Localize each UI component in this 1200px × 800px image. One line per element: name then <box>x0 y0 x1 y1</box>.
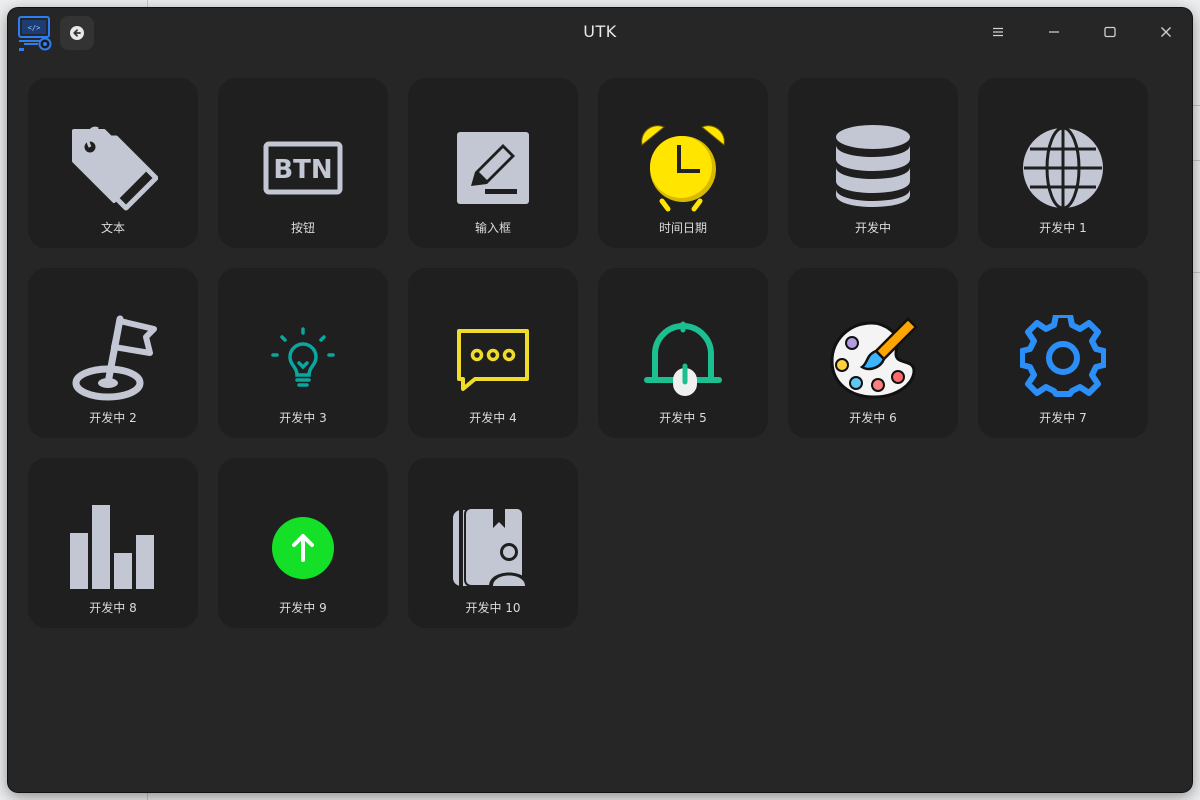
bell-icon <box>633 308 733 408</box>
tile-label: 文本 <box>100 221 125 235</box>
component-grid: 文本 BTN 按钮 输入框 时间日期 开发中 开发中 1 开发中 2 开发中 3… <box>28 78 1148 628</box>
tile-dev-1[interactable]: 开发中 1 <box>978 78 1148 248</box>
bar-chart-icon <box>63 498 163 598</box>
close-button[interactable] <box>1150 18 1182 46</box>
tile-text[interactable]: 文本 <box>28 78 198 248</box>
title-bar[interactable]: </> UTK <box>8 8 1192 56</box>
tile-label: 开发中 7 <box>1039 411 1087 425</box>
globe-icon <box>1013 118 1113 218</box>
maximize-button[interactable] <box>1094 18 1126 46</box>
tile-label: 开发中 4 <box>469 411 517 425</box>
btn-icon: BTN <box>253 118 353 218</box>
window-title: UTK <box>583 22 617 41</box>
btn-icon-text: BTN <box>273 155 332 185</box>
app-window: </> UTK 文本 BTN 按钮 输入框 时间日期 开发中 开发中 1 开发中… <box>8 8 1192 792</box>
tile-dev-5[interactable]: 开发中 5 <box>598 268 768 438</box>
gear-icon <box>1013 308 1113 408</box>
tile-input[interactable]: 输入框 <box>408 78 578 248</box>
tile-dev-9[interactable]: 开发中 9 <box>218 458 388 628</box>
database-icon <box>823 118 923 218</box>
tile-dev-6[interactable]: 开发中 6 <box>788 268 958 438</box>
tile-dev-10[interactable]: 开发中 10 <box>408 458 578 628</box>
upload-icon <box>253 498 353 598</box>
alarm-clock-icon <box>633 118 733 218</box>
tile-label: 输入框 <box>474 221 511 235</box>
tile-dev-4[interactable]: 开发中 4 <box>408 268 578 438</box>
contact-book-icon <box>443 498 543 598</box>
tile-label: 开发中 10 <box>465 601 521 615</box>
tag-icon <box>63 118 163 218</box>
tile-label: 时间日期 <box>658 221 707 235</box>
menu-button[interactable] <box>982 18 1014 46</box>
minimize-button[interactable] <box>1038 18 1070 46</box>
tile-dev-3[interactable]: 开发中 3 <box>218 268 388 438</box>
menu-icon <box>993 27 1003 37</box>
tile-dev-7[interactable]: 开发中 7 <box>978 268 1148 438</box>
tile-label: 开发中 8 <box>89 601 137 615</box>
tile-dev[interactable]: 开发中 <box>788 78 958 248</box>
tile-label: 开发中 5 <box>659 411 707 425</box>
palette-icon <box>823 308 923 408</box>
tile-dev-8[interactable]: 开发中 8 <box>28 458 198 628</box>
tile-label: 开发中 2 <box>89 411 137 425</box>
tile-button[interactable]: BTN 按钮 <box>218 78 388 248</box>
tile-datetime[interactable]: 时间日期 <box>598 78 768 248</box>
tile-label: 按钮 <box>290 221 315 235</box>
tile-label: 开发中 3 <box>279 411 327 425</box>
minimize-icon <box>1049 31 1059 33</box>
maximize-icon <box>1104 26 1116 38</box>
lightbulb-icon <box>253 308 353 408</box>
tile-label: 开发中 9 <box>279 601 327 615</box>
tile-label: 开发中 1 <box>1039 221 1087 235</box>
flag-icon <box>63 308 163 408</box>
desktop-edge <box>147 792 148 800</box>
chat-icon <box>443 308 543 408</box>
desktop-edge <box>147 0 148 8</box>
close-icon <box>1161 27 1171 37</box>
tile-label: 开发中 6 <box>849 411 897 425</box>
edit-icon <box>443 118 543 218</box>
tile-label: 开发中 <box>854 221 891 235</box>
tile-dev-2[interactable]: 开发中 2 <box>28 268 198 438</box>
